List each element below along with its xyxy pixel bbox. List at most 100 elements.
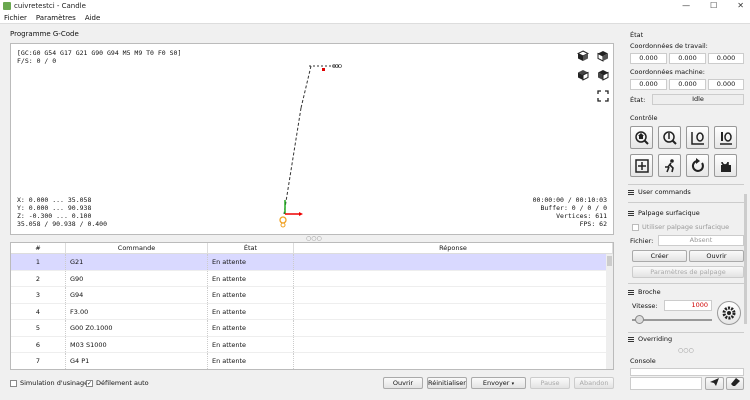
- user-commands-label: User commands: [638, 188, 691, 196]
- splitter-handle[interactable]: ○○○: [306, 235, 322, 242]
- view-front-icon[interactable]: [596, 49, 610, 63]
- user-commands-header[interactable]: User commands: [628, 188, 691, 196]
- speed-input[interactable]: 1000: [664, 300, 712, 311]
- program-table: # Commande État Réponse 1 G21 En attente 2…: [10, 242, 614, 370]
- maximize-button[interactable]: ☐: [710, 1, 717, 10]
- header-response[interactable]: Réponse: [294, 243, 613, 253]
- open-probe-button[interactable]: Ouvrir: [689, 250, 744, 262]
- table-row[interactable]: 7 G4 P1 En attente: [11, 353, 613, 369]
- use-probing-checkbox[interactable]: Utiliser palpage surfacique: [632, 223, 729, 231]
- gear-icon: [722, 306, 736, 320]
- spindle-header[interactable]: Broche: [628, 288, 661, 296]
- machine-y-field: 0.000: [669, 79, 706, 90]
- menu-fichier[interactable]: Fichier: [4, 14, 27, 22]
- fit-view-icon[interactable]: [596, 89, 610, 103]
- console-output: [630, 368, 744, 376]
- open-button[interactable]: Ouvrir: [383, 377, 423, 389]
- row-state: En attente: [208, 254, 294, 270]
- use-probing-check-box[interactable]: [632, 223, 639, 231]
- gcode-viewer[interactable]: [GC:G0 G54 G17 G21 G90 G94 M5 M9 T0 F0 S…: [10, 43, 614, 235]
- state-section-title: État: [630, 31, 644, 39]
- row-state: En attente: [208, 270, 294, 286]
- vertices-stat: Vertices: 611: [556, 212, 607, 220]
- autoscroll-checkbox[interactable]: ✓ Défilement auto: [86, 379, 149, 387]
- row-number: 3: [11, 287, 66, 303]
- autoscroll-check-box[interactable]: ✓: [86, 379, 93, 387]
- table-row[interactable]: 4 F3.00 En attente: [11, 303, 613, 320]
- spindle-toggle-button[interactable]: [717, 301, 741, 325]
- buffer-stat: Buffer: 0 / 0 / 0: [540, 204, 607, 212]
- origin-icon: [634, 158, 649, 173]
- table-row[interactable]: 3 G94 En attente: [11, 287, 613, 304]
- menu-icon: [628, 189, 634, 195]
- row-number: 1: [11, 254, 66, 270]
- toolpath-marker: [322, 68, 325, 71]
- divider: [628, 202, 744, 203]
- simulation-check-box[interactable]: [10, 379, 17, 387]
- menu-icon: [628, 210, 634, 216]
- clear-console-button[interactable]: [726, 377, 744, 390]
- home-button[interactable]: [630, 126, 653, 149]
- probing-params-button[interactable]: Paramètres de palpage: [632, 266, 744, 278]
- create-button[interactable]: Créer: [632, 250, 687, 262]
- status-label: État:: [630, 96, 646, 104]
- file-label: Fichier:: [630, 237, 654, 245]
- work-y-field: 0.000: [669, 53, 706, 64]
- divider: [628, 184, 744, 185]
- send-button[interactable]: Envoyer ▾: [471, 377, 526, 389]
- panel-scrollbar[interactable]: [744, 194, 747, 324]
- row-response: [294, 336, 613, 352]
- row-response: [294, 287, 613, 303]
- close-button[interactable]: ✕: [737, 1, 744, 10]
- table-row[interactable]: 2 G90 En attente: [11, 270, 613, 287]
- zero-xy-button[interactable]: [686, 126, 709, 149]
- unlock-button[interactable]: [714, 154, 737, 177]
- menu-aide[interactable]: Aide: [85, 14, 100, 22]
- pause-button[interactable]: Pause: [530, 377, 570, 389]
- view-iso-icon[interactable]: [596, 68, 610, 82]
- overriding-header[interactable]: Overriding: [628, 335, 672, 343]
- table-row[interactable]: 1 G21 En attente: [11, 254, 613, 271]
- view-top-icon[interactable]: [576, 49, 590, 63]
- safe-position-button[interactable]: [658, 154, 681, 177]
- file-field: Absent: [658, 235, 744, 246]
- menu-parametres[interactable]: Paramètres: [36, 14, 76, 22]
- tool-icon: [279, 216, 287, 224]
- view-left-icon[interactable]: [576, 68, 590, 82]
- table-row[interactable]: 5 G00 Z0.1000 En attente: [11, 320, 613, 337]
- minimize-button[interactable]: —: [682, 1, 690, 10]
- abort-button[interactable]: Abandon: [574, 377, 614, 389]
- scrollbar-thumb[interactable]: [607, 256, 612, 266]
- send-label: Envoyer: [482, 379, 510, 387]
- row-response: [294, 320, 613, 336]
- header-number[interactable]: #: [11, 243, 66, 253]
- row-command: G4 P1: [66, 353, 208, 369]
- speed-slider-handle[interactable]: [635, 315, 644, 324]
- eraser-icon: [730, 378, 740, 386]
- reset-button[interactable]: Réinitialiser: [427, 377, 467, 389]
- work-x-field: 0.000: [630, 53, 667, 64]
- machine-x-field: 0.000: [630, 79, 667, 90]
- soft-reset-button[interactable]: [686, 154, 709, 177]
- divider: [628, 283, 744, 284]
- send-command-button[interactable]: [705, 377, 724, 390]
- table-header: # Commande État Réponse: [11, 243, 613, 254]
- console-input[interactable]: [630, 377, 702, 390]
- autoscroll-label: Défilement auto: [96, 379, 149, 387]
- right-panel: État Coordonnées de travail: 0.000 0.000…: [624, 24, 750, 400]
- row-number: 2: [11, 270, 66, 286]
- speed-slider-track[interactable]: [632, 319, 712, 321]
- restore-origin-button[interactable]: [630, 154, 653, 177]
- header-command[interactable]: Commande: [66, 243, 208, 253]
- table-row[interactable]: 6 M03 S1000 En attente: [11, 336, 613, 353]
- zero-z-icon: [719, 131, 732, 145]
- zero-z-button[interactable]: [714, 126, 737, 149]
- simulation-checkbox[interactable]: Simulation d'usinage: [10, 379, 88, 387]
- table-scrollbar[interactable]: [606, 254, 613, 369]
- probe-button[interactable]: [658, 126, 681, 149]
- home-icon: [634, 130, 649, 145]
- probing-header[interactable]: Palpage surfacique: [628, 209, 700, 217]
- splitter-handle[interactable]: ○○○: [678, 347, 694, 354]
- work-z-field: 0.000: [708, 53, 744, 64]
- header-state[interactable]: État: [208, 243, 294, 253]
